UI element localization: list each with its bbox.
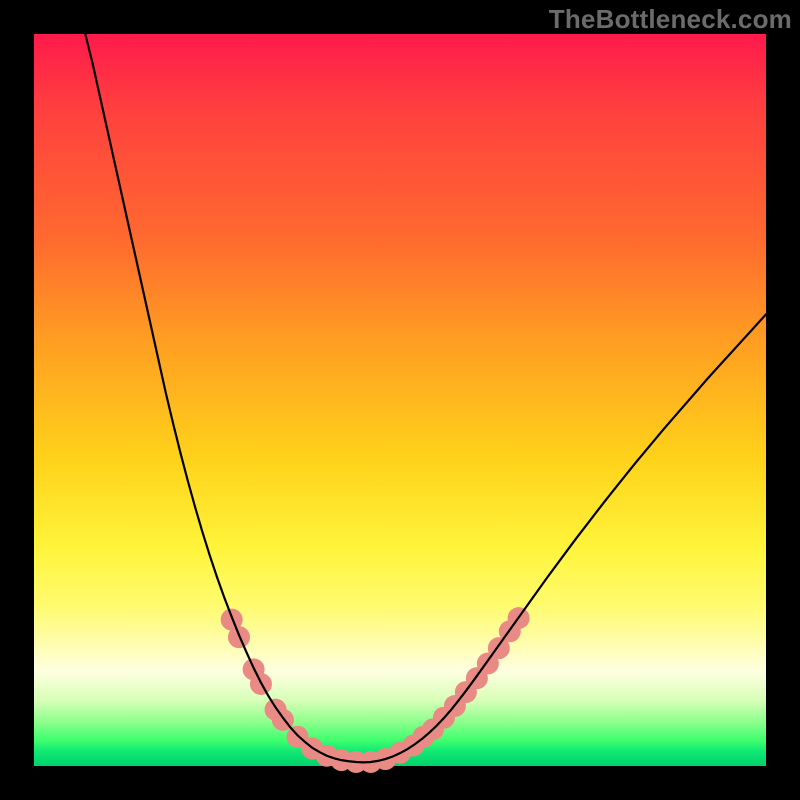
bottleneck-curve [85,34,766,762]
highlight-dots-layer [221,607,530,773]
watermark-text: TheBottleneck.com [549,4,792,35]
chart-overlay [34,34,766,766]
chart-frame: TheBottleneck.com [0,0,800,800]
